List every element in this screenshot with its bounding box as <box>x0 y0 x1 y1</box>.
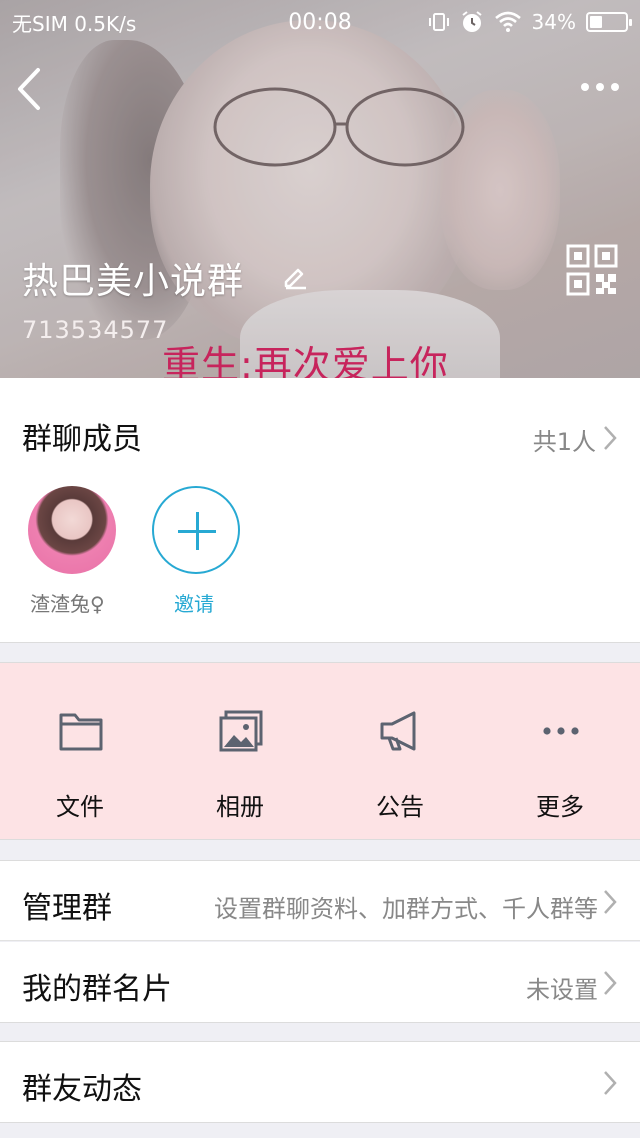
action-more-label: 更多 <box>536 793 584 821</box>
row-manage-group-title: 管理群 <box>22 891 112 926</box>
group-cover: 无SIM 0.5K/s 00:08 34% 热巴美小说群 713534577 重… <box>0 0 640 378</box>
alarm-icon <box>461 11 482 32</box>
battery-fill <box>590 16 602 28</box>
cover-caption: 重生:再次爱上你 <box>162 343 449 378</box>
back-icon[interactable] <box>12 64 48 114</box>
row-manage-group[interactable]: 管理群 设置群聊资料、加群方式、千人群等 <box>0 860 640 941</box>
vibrate-icon <box>428 13 449 31</box>
status-bar: 无SIM 0.5K/s 00:08 34% <box>0 0 640 44</box>
battery-icon <box>586 12 632 32</box>
action-album-label: 相册 <box>216 793 264 821</box>
row-my-group-card[interactable]: 我的群名片 未设置 <box>0 942 640 1023</box>
folder-icon <box>59 713 103 751</box>
album-icon <box>219 710 263 752</box>
action-album[interactable]: 相册 <box>160 663 320 841</box>
member-avatar[interactable] <box>28 486 116 574</box>
members-title[interactable]: 群聊成员 <box>22 414 142 458</box>
action-files[interactable]: 文件 <box>0 663 160 841</box>
action-more[interactable]: 更多 <box>480 663 640 841</box>
megaphone-icon <box>380 711 416 751</box>
group-id: 713534577 <box>22 316 169 344</box>
invite-label: 邀请 <box>174 592 214 616</box>
member-name: 渣渣兔♀ <box>30 592 105 616</box>
chevron-right-icon[interactable] <box>602 424 618 452</box>
row-my-group-card-value: 未设置 <box>526 976 598 1004</box>
members-count[interactable]: 共1人 <box>533 422 596 457</box>
action-announcement[interactable]: 公告 <box>320 663 480 841</box>
row-manage-group-value: 设置群聊资料、加群方式、千人群等 <box>214 895 598 923</box>
chevron-right-icon <box>604 971 617 995</box>
more-dots-icon <box>543 727 579 735</box>
chevron-right-icon <box>604 890 617 914</box>
row-my-group-card-title: 我的群名片 <box>22 972 172 1007</box>
row-group-activity[interactable]: 群友动态 <box>0 1041 640 1123</box>
invite-button[interactable] <box>152 486 240 574</box>
qr-code-icon[interactable] <box>566 244 618 296</box>
battery-percent: 34% <box>531 10 576 34</box>
group-name: 热巴美小说群 <box>22 261 245 302</box>
edit-icon[interactable] <box>282 262 310 290</box>
row-group-activity-title: 群友动态 <box>22 1072 142 1107</box>
wifi-icon <box>494 11 521 32</box>
action-files-label: 文件 <box>56 793 104 821</box>
members-section: 群聊成员 共1人 渣渣兔♀ 邀请 <box>0 378 640 643</box>
action-announcement-label: 公告 <box>376 793 424 821</box>
more-icon[interactable] <box>578 72 622 102</box>
quick-actions: 文件 相册 公告 更多 <box>0 662 640 840</box>
chevron-right-icon <box>604 1071 617 1095</box>
status-icons: 34% <box>428 10 632 34</box>
